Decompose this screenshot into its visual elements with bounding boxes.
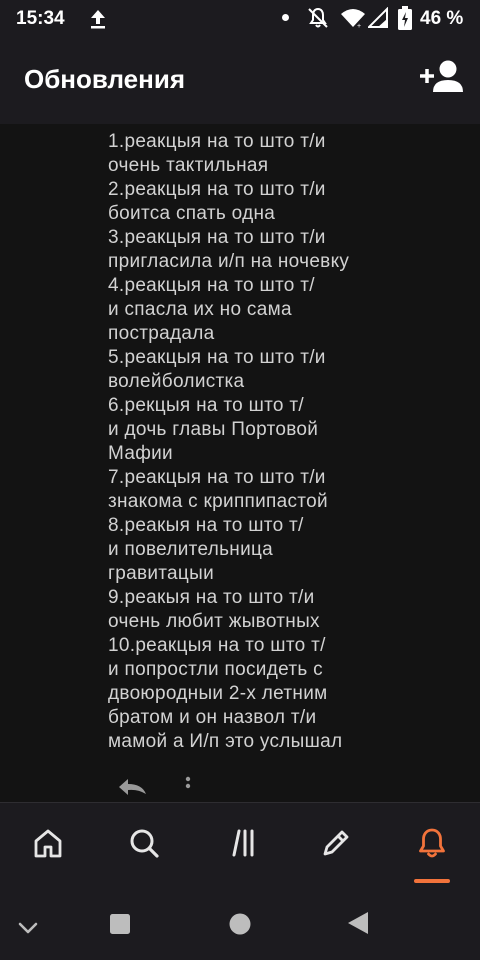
update-line: 7.реакцыя на то што т/и [108,467,326,488]
svg-text:+: + [357,23,361,29]
more-options-icon[interactable] [184,776,192,796]
update-line: 8.реакыя на то што т/ [108,515,304,536]
system-nav-bar [0,898,480,960]
battery-icon [398,6,412,30]
status-time: 15:34 [16,8,65,29]
recents-icon[interactable] [108,912,132,936]
battery-percentage: 46 % [420,8,464,29]
update-text: 1.реакцыя на то што т/и очень тактильная… [108,130,468,754]
update-line: и дочь главы Портовой [108,419,319,440]
update-line: очень тактильная [108,155,269,176]
update-line: 3.реакцыя на то што т/и [108,227,326,248]
add-user-button[interactable] [418,58,464,98]
collapse-icon[interactable] [16,916,40,940]
library-icon [232,829,254,857]
update-line: 2.реакцыя на то што т/и [108,179,326,200]
update-line: пострадала [108,323,215,344]
bottom-nav [0,802,480,899]
add-user-icon [420,60,463,92]
update-line: двоюродныи 2-х летним [108,683,328,704]
update-line: волейболистка [108,371,245,392]
notification-dot-icon [282,14,289,21]
update-line: 10.реакцыя на то што т/ [108,635,326,656]
active-tab-indicator [414,879,450,883]
update-line: и повелительница [108,539,274,560]
update-line: мамой а И/п это услышал [108,731,343,752]
update-line: 1.реакцыя на то што т/и [108,131,326,152]
home-icon [34,829,62,858]
nav-notifications[interactable] [412,825,452,869]
signal-icon [368,7,388,28]
search-icon [130,829,159,858]
reply-icon[interactable] [116,776,148,798]
update-line: 4.реакцыя на то што т/ [108,275,315,296]
back-icon[interactable] [346,910,370,936]
home-circle-icon[interactable] [228,912,252,936]
update-line: пригласила и/п на ночевку [108,251,350,272]
nav-search[interactable] [124,825,164,869]
update-line: 5.реакцыя на то што т/и [108,347,326,368]
update-line: и спасла их но сама [108,299,292,320]
app-header: Обновления [0,38,480,124]
nav-library[interactable] [222,825,262,869]
upload-icon [91,10,105,29]
write-icon [323,830,349,856]
update-line: знакома с криппипастой [108,491,328,512]
update-line: гравитацыи [108,563,214,584]
update-line: и попростли посидеть с [108,659,323,680]
wifi-icon: + [341,9,365,29]
notifications-icon [419,828,445,858]
page-title: Обновления [24,64,186,94]
nav-write[interactable] [316,825,356,869]
update-line: очень любит жывотных [108,611,320,632]
mute-icon [308,7,328,28]
nav-home[interactable] [28,825,68,869]
update-line: 9.реакыя на то што т/и [108,587,315,608]
update-line: боитса спать одна [108,203,276,224]
update-line: 6.рекцыя на то што т/ [108,395,304,416]
update-content: 1.реакцыя на то што т/и очень тактильная… [0,124,480,802]
update-line: Мафии [108,443,173,464]
update-line: братом и он назвол т/и [108,707,317,728]
status-bar: 15:34 + 46 % [0,0,480,38]
